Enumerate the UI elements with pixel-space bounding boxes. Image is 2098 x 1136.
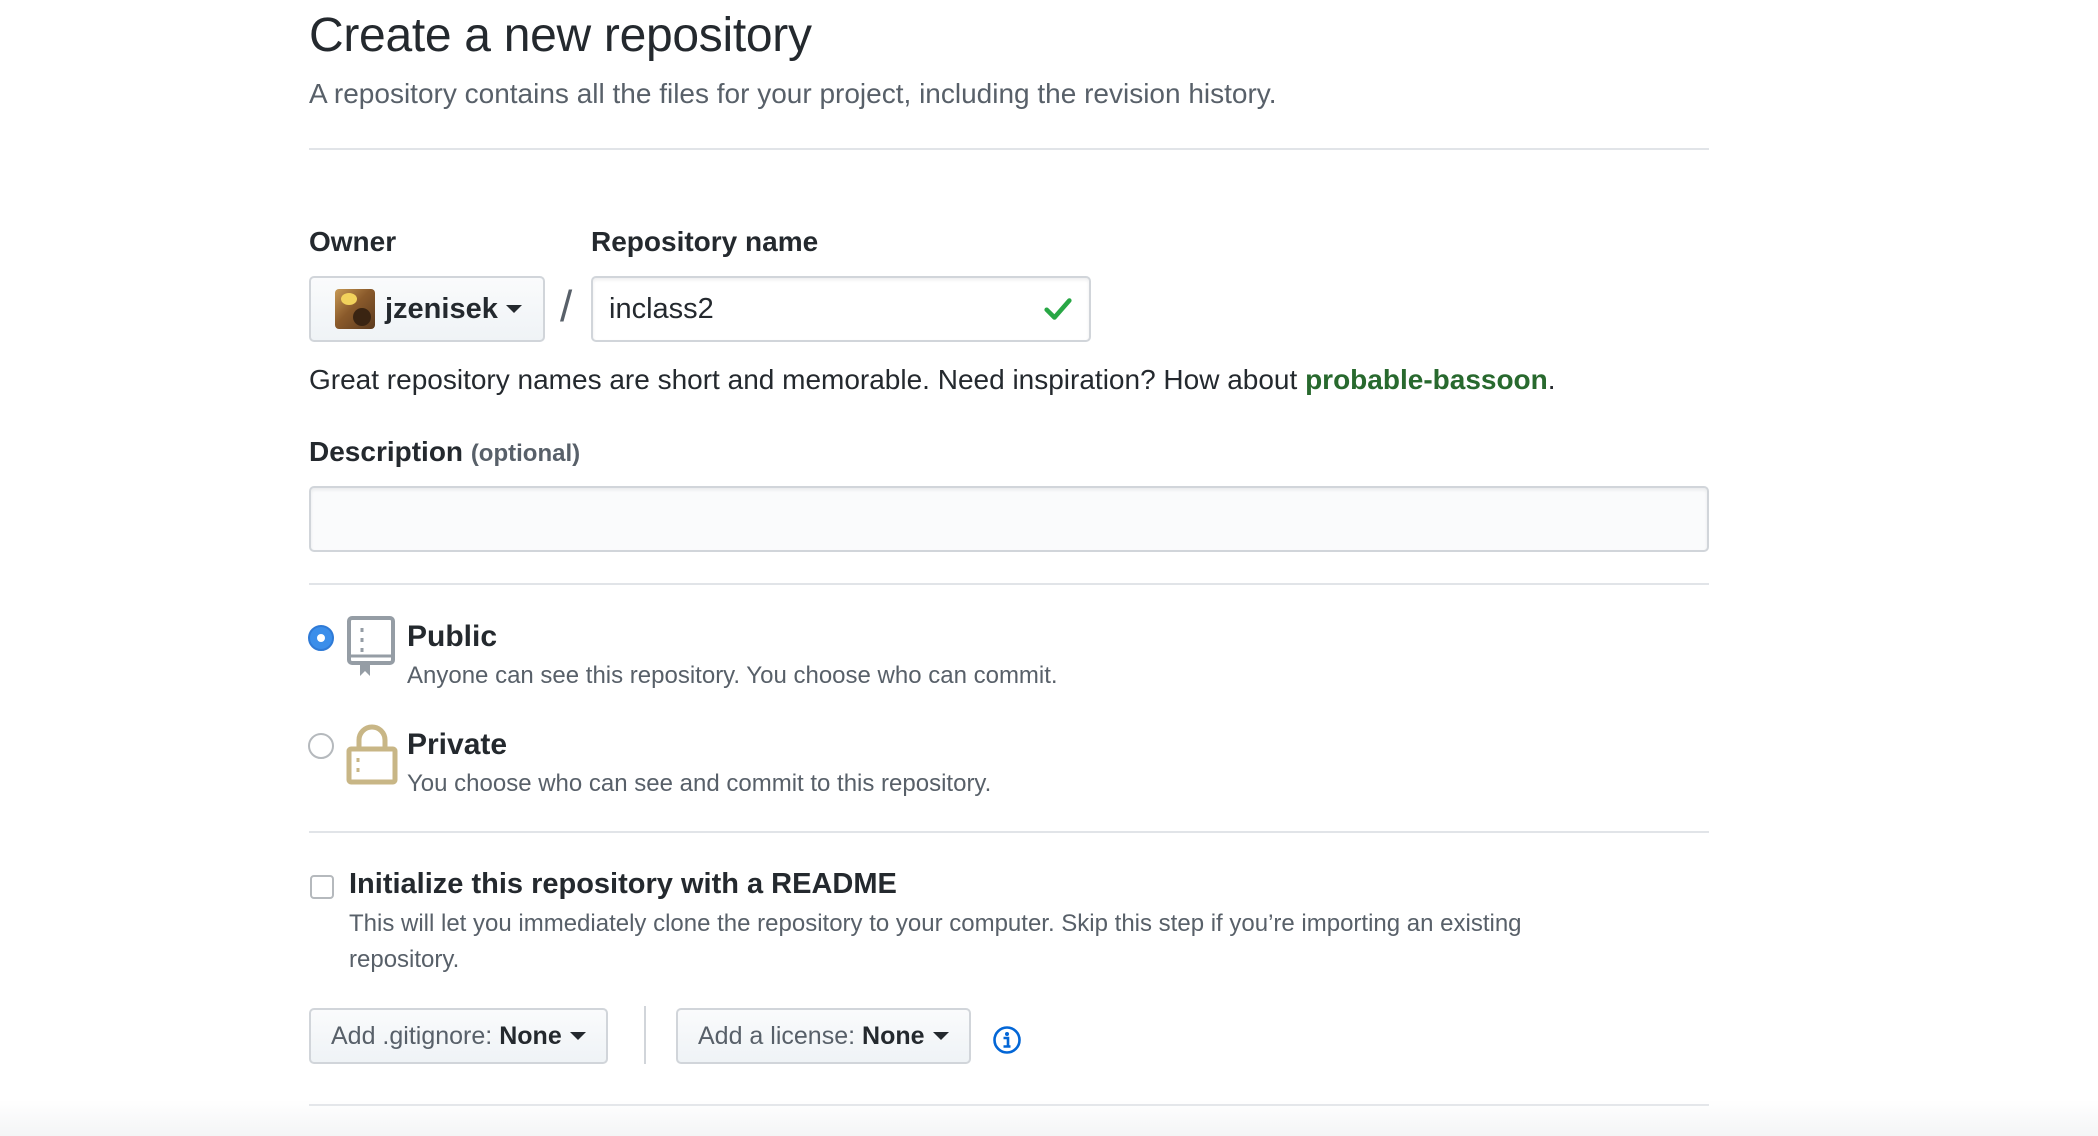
license-value: None [862,1021,925,1050]
private-description: You choose who can see and commit to thi… [407,770,992,797]
name-suggestion-link[interactable]: probable-bassoon [1305,364,1548,395]
gitignore-value: None [499,1021,562,1050]
public-label: Public [407,620,498,653]
repo-name-input[interactable]: inclass2 [591,276,1091,342]
readme-description-line2: repository. [349,946,460,973]
owner-repo-separator: / [560,282,573,331]
license-select[interactable]: Add a license: None [676,1008,971,1064]
lock-icon [346,724,398,785]
readme-label: Initialize this repository with a README [349,868,897,900]
page-title: Create a new repository [309,9,812,62]
owner-select[interactable]: jzenisek [309,276,545,342]
divider [309,583,1709,585]
optional-note: (optional) [470,440,581,467]
hint-suffix: . [1547,364,1556,395]
public-description: Anyone can see this repository. You choo… [407,662,1058,689]
page-subtitle: A repository contains all the files for … [309,78,1277,109]
chevron-down-icon [505,305,522,313]
description-label-text: Description [309,436,464,467]
description-input[interactable] [309,486,1709,552]
repo-name-value[interactable]: inclass2 [609,293,1041,326]
readme-checkbox[interactable] [310,875,334,899]
owner-name: jzenisek [385,292,498,325]
gitignore-select[interactable]: Add .gitignore: None [309,1008,608,1064]
repo-book-icon [347,616,395,676]
private-radio[interactable] [308,733,334,759]
private-label: Private [407,728,508,761]
check-icon [1044,298,1072,320]
divider [309,831,1709,833]
repo-name-label: Repository name [591,226,819,257]
avatar [335,289,375,329]
divider [309,148,1709,150]
chevron-down-icon [932,1032,949,1040]
description-label: Description (optional) [309,436,580,468]
license-label: Add a license: [698,1021,856,1050]
info-icon[interactable] [992,1025,1022,1055]
bottom-fade [0,1100,2098,1136]
select-separator [644,1006,646,1064]
owner-label: Owner [309,226,397,257]
gitignore-label: Add .gitignore: [331,1021,493,1050]
hint-text: Great repository names are short and mem… [309,364,1306,395]
create-repository-page: Create a new repository A repository con… [0,0,2098,1136]
chevron-down-icon [569,1032,586,1040]
readme-description-line1: This will let you immediately clone the … [349,910,1522,937]
repo-name-hint: Great repository names are short and mem… [309,364,1556,396]
public-radio[interactable] [308,625,334,651]
